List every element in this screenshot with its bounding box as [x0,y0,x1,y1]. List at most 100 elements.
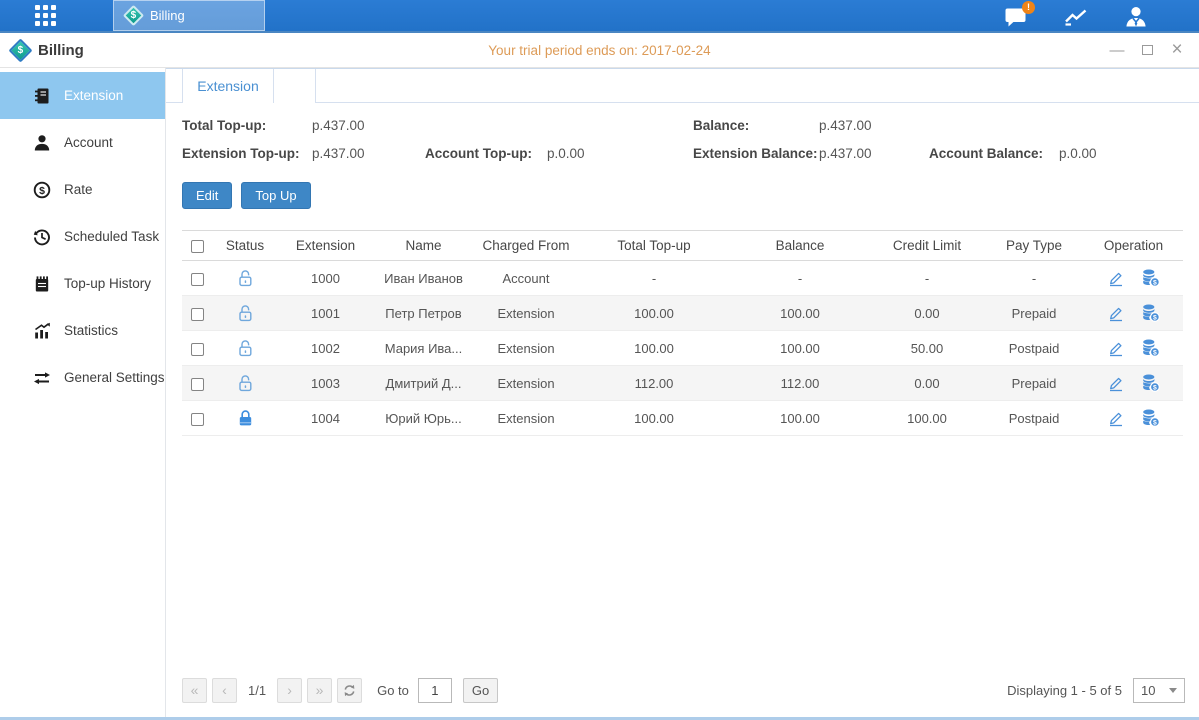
column-header-total-topup: Total Top-up [578,231,730,261]
column-header-operation: Operation [1084,231,1183,261]
cell-balance: 100.00 [730,401,870,436]
extension-topup-value: p.437.00 [312,146,425,161]
row-checkbox[interactable] [191,308,204,321]
cell-extension: 1002 [278,331,373,366]
billing-summary: Total Top-up: p.437.00 Extension Top-up:… [166,103,1199,161]
goto-label: Go to [377,683,409,698]
table-row: 1001Петр ПетровExtension100.00100.000.00… [182,296,1183,331]
close-icon[interactable]: × [1169,42,1185,58]
edit-button[interactable]: Edit [182,182,232,209]
sidebar-item-account[interactable]: Account [0,119,165,166]
top-up-icon[interactable]: $ [1141,374,1160,392]
row-checkbox[interactable] [191,378,204,391]
sidebar-item-extension[interactable]: Extension [0,72,165,119]
column-header-balance: Balance [730,231,870,261]
top-up-icon[interactable]: $ [1141,339,1160,357]
go-button[interactable]: Go [463,678,498,703]
balance-label: Balance: [693,118,819,133]
extension-icon [33,87,51,105]
svg-text:$: $ [1153,419,1157,426]
cell-total-topup: 100.00 [578,296,730,331]
table-header-row: Status Extension Name Charged From Total… [182,231,1183,261]
sidebar-item-statistics[interactable]: Statistics [0,307,165,354]
account-topup-label: Account Top-up: [425,146,547,161]
resource-monitor-icon[interactable] [1063,5,1089,29]
column-header-status: Status [212,231,278,261]
cell-total-topup: 112.00 [578,366,730,401]
row-checkbox[interactable] [191,413,204,426]
refresh-icon[interactable] [337,678,362,703]
sidebar-item-label: General Settings [64,370,165,385]
next-page-button[interactable]: › [277,678,302,703]
sidebar-item-label: Extension [64,88,123,103]
last-page-button[interactable]: » [307,678,332,703]
topup-history-icon [33,275,51,293]
edit-icon[interactable] [1107,305,1125,322]
lock-status-icon[interactable] [237,304,254,319]
account-balance-label: Account Balance: [929,146,1059,161]
sidebar-item-scheduled-task[interactable]: Scheduled Task [0,213,165,260]
sidebar-item-topup-history[interactable]: Top-up History [0,260,165,307]
minimize-icon[interactable]: — [1109,42,1125,58]
cell-balance: - [730,261,870,296]
maximize-icon[interactable] [1139,42,1155,58]
account-balance-value: p.0.00 [1059,146,1097,161]
statistics-icon [33,322,51,340]
scheduled-task-icon [33,228,51,246]
edit-icon[interactable] [1107,340,1125,357]
app-grid-icon[interactable] [35,5,56,26]
top-up-icon[interactable]: $ [1141,269,1160,287]
row-checkbox[interactable] [191,273,204,286]
lock-status-icon[interactable] [237,339,254,354]
top-up-icon[interactable]: $ [1141,304,1160,322]
notifications-icon[interactable]: ! [1003,5,1029,29]
notification-badge: ! [1022,1,1035,14]
account-icon [33,134,51,152]
edit-icon[interactable] [1107,270,1125,287]
edit-icon[interactable] [1107,410,1125,427]
column-header-charged-from: Charged From [474,231,578,261]
sidebar-item-label: Top-up History [64,276,151,291]
cell-balance: 112.00 [730,366,870,401]
tab-extension[interactable]: Extension [182,69,274,103]
account-topup-value: p.0.00 [547,146,693,161]
goto-page-input[interactable] [418,678,452,703]
sidebar-item-label: Scheduled Task [64,229,159,244]
sidebar-item-label: Account [64,135,113,150]
page-size-value: 10 [1141,683,1155,698]
prev-page-button[interactable]: ‹ [212,678,237,703]
sidebar-item-general-settings[interactable]: General Settings [0,354,165,401]
tab-strip: Extension [166,68,1199,103]
column-header-name: Name [373,231,474,261]
cell-charged-from: Extension [474,331,578,366]
lock-status-icon[interactable] [237,409,254,424]
lock-status-icon[interactable] [237,374,254,389]
pagination-bar: « ‹ 1/1 › » Go to Go [166,669,1199,717]
cell-extension: 1004 [278,401,373,436]
billing-app-icon: $ [123,5,144,26]
balance-value: p.437.00 [819,118,929,133]
cell-credit-limit: 0.00 [870,296,984,331]
table-row: 1002Мария Ива...Extension100.00100.0050.… [182,331,1183,366]
table-row: 1004Юрий Юрь...Extension100.00100.00100.… [182,401,1183,436]
page-size-select[interactable]: 10 [1133,678,1185,703]
cell-credit-limit: 100.00 [870,401,984,436]
window-title-bar: $ Billing Your trial period ends on: 201… [0,33,1199,68]
sidebar-item-rate[interactable]: $ Rate [0,166,165,213]
extension-topup-label: Extension Top-up: [182,146,312,161]
svg-text:$: $ [1153,384,1157,391]
top-up-icon[interactable]: $ [1141,409,1160,427]
row-checkbox[interactable] [191,343,204,356]
cell-extension: 1001 [278,296,373,331]
first-page-button[interactable]: « [182,678,207,703]
lock-status-icon[interactable] [237,269,254,284]
edit-icon[interactable] [1107,375,1125,392]
cell-balance: 100.00 [730,331,870,366]
cell-pay-type: Prepaid [984,366,1084,401]
column-header-extension: Extension [278,231,373,261]
select-all-checkbox[interactable] [191,240,204,253]
trial-notice: Your trial period ends on: 2017-02-24 [0,43,1199,58]
user-account-icon[interactable] [1123,5,1149,29]
top-up-button[interactable]: Top Up [241,182,310,209]
taskbar-tab-billing[interactable]: $ Billing [113,0,265,31]
